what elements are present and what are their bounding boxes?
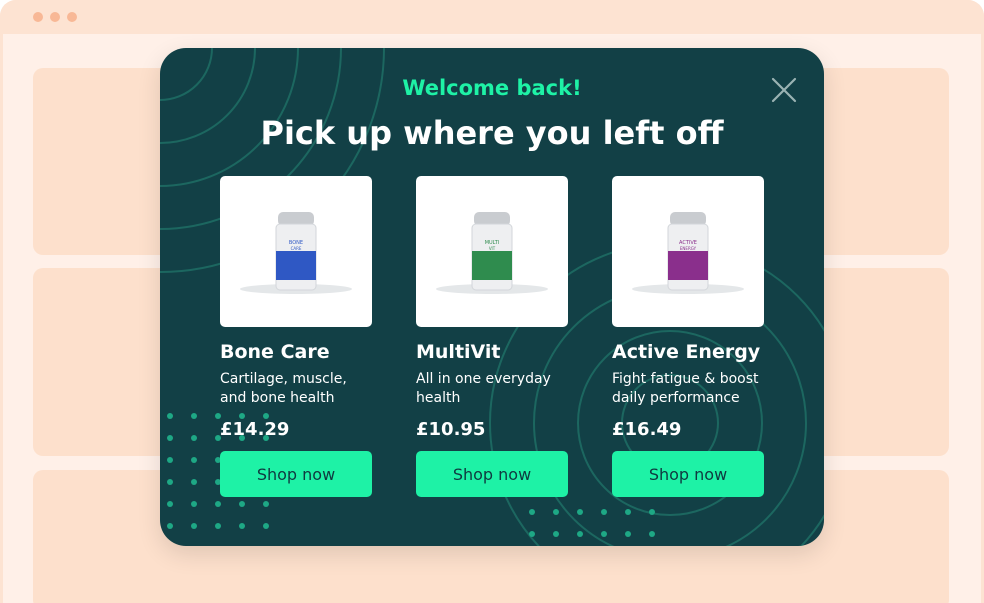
decor-dot bbox=[601, 531, 607, 537]
close-icon bbox=[771, 77, 797, 103]
decor-dot bbox=[191, 501, 197, 507]
decor-dot bbox=[553, 509, 559, 515]
decor-dot bbox=[625, 509, 631, 515]
product-image[interactable]: ACTIVE ENERGY bbox=[612, 176, 764, 327]
decor-dot bbox=[167, 457, 173, 463]
decor-dot bbox=[577, 509, 583, 515]
window-dot-icon bbox=[33, 12, 43, 22]
decor-dot bbox=[191, 523, 197, 529]
decor-dot bbox=[649, 509, 655, 515]
decor-dot bbox=[601, 509, 607, 515]
recently-viewed-popup: Welcome back! Pick up where you left off… bbox=[160, 48, 824, 546]
product-description: Fight fatigue & boost daily performance bbox=[612, 371, 759, 406]
decor-dot bbox=[191, 435, 197, 441]
window-dot-icon bbox=[50, 12, 60, 22]
product-image[interactable]: MULTI VIT bbox=[416, 176, 568, 327]
svg-text:CARE: CARE bbox=[291, 246, 302, 251]
product-description: All in one everyday health bbox=[416, 371, 551, 406]
decor-dot bbox=[167, 501, 173, 507]
product-card: MULTI VIT MultiVit All in one everyday h… bbox=[416, 176, 568, 497]
product-price: £16.49 bbox=[612, 419, 682, 440]
svg-text:VIT: VIT bbox=[489, 246, 496, 251]
product-name: MultiVit bbox=[416, 341, 501, 363]
decor-dot bbox=[215, 501, 221, 507]
decor-dot bbox=[191, 413, 197, 419]
decor-dot bbox=[215, 523, 221, 529]
decor-dot bbox=[191, 457, 197, 463]
svg-text:ENERGY: ENERGY bbox=[680, 246, 697, 251]
product-name: Bone Care bbox=[220, 341, 330, 363]
decor-dot bbox=[577, 531, 583, 537]
supplement-bottle-icon: MULTI VIT bbox=[436, 212, 548, 294]
product-price: £10.95 bbox=[416, 419, 486, 440]
decor-dot bbox=[167, 523, 173, 529]
supplement-bottle-icon: BONE CARE bbox=[240, 212, 352, 294]
supplement-bottle-icon: ACTIVE ENERGY bbox=[632, 212, 744, 294]
product-description: Cartilage, muscle, and bone health bbox=[220, 371, 347, 406]
decor-dot bbox=[239, 523, 245, 529]
product-price: £14.29 bbox=[220, 419, 290, 440]
close-button[interactable] bbox=[770, 76, 798, 104]
welcome-heading: Welcome back! bbox=[402, 76, 582, 100]
browser-toolbar bbox=[0, 0, 984, 34]
decor-dot bbox=[263, 501, 269, 507]
window-dot-icon bbox=[67, 12, 77, 22]
decor-dot bbox=[167, 413, 173, 419]
product-name: Active Energy bbox=[612, 341, 761, 363]
decor-dot bbox=[529, 531, 535, 537]
product-card: BONE CARE Bone Care Cartilage, muscle, a… bbox=[220, 176, 372, 497]
product-card: ACTIVE ENERGY Active Energy Fight fatigu… bbox=[612, 176, 764, 497]
shop-now-button[interactable]: Shop now bbox=[612, 451, 764, 497]
decor-dot bbox=[529, 509, 535, 515]
decor-dot bbox=[625, 531, 631, 537]
decor-dot bbox=[167, 479, 173, 485]
decor-dot bbox=[167, 435, 173, 441]
popup-title: Pick up where you left off bbox=[260, 114, 724, 152]
shop-now-button[interactable]: Shop now bbox=[416, 451, 568, 497]
decor-dot bbox=[191, 479, 197, 485]
decor-dot bbox=[553, 531, 559, 537]
decor-dot bbox=[649, 531, 655, 537]
decor-dot bbox=[263, 523, 269, 529]
decor-dot bbox=[239, 501, 245, 507]
product-image[interactable]: BONE CARE bbox=[220, 176, 372, 327]
shop-now-button[interactable]: Shop now bbox=[220, 451, 372, 497]
